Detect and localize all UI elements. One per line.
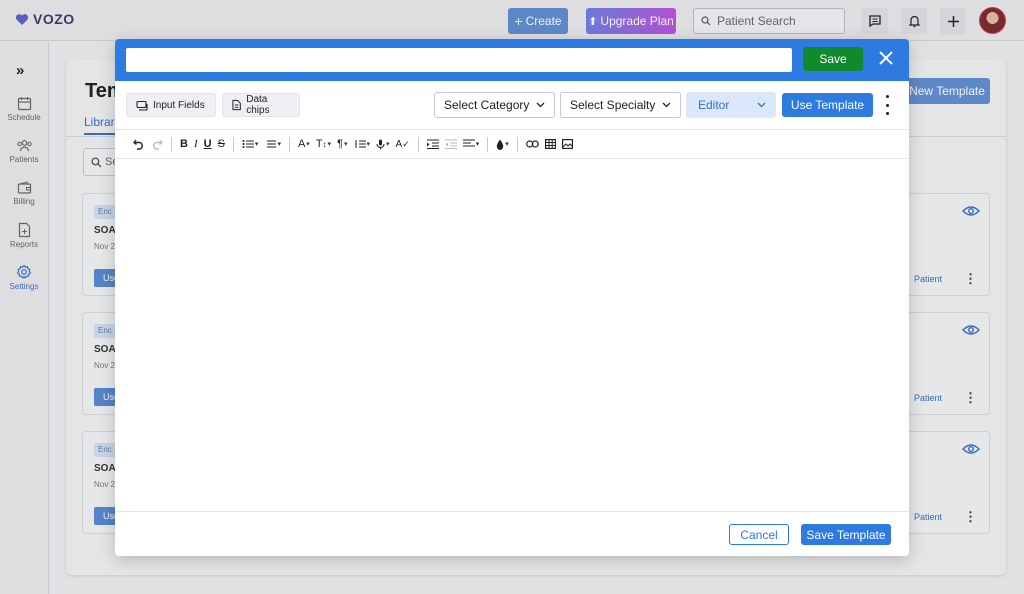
toolbar-separator: [516, 136, 518, 152]
input-fields-label: Input Fields: [153, 99, 205, 111]
indent-icon[interactable]: [426, 136, 439, 152]
save-template-button[interactable]: Save Template: [801, 524, 891, 545]
bold-icon[interactable]: B: [180, 136, 188, 152]
data-chips-label: Data chips: [246, 94, 270, 116]
bullet-list-icon[interactable]: ▾: [242, 136, 258, 152]
toolbar-separator: [171, 136, 172, 152]
undo-icon[interactable]: [133, 136, 145, 152]
category-select[interactable]: Select Category: [434, 92, 555, 118]
chevron-down-icon: [757, 102, 766, 108]
editor-content-area[interactable]: [115, 159, 909, 511]
toolbar-separator: [288, 136, 290, 152]
table-icon[interactable]: [544, 136, 556, 152]
spell-check-icon[interactable]: A ✓: [396, 136, 410, 152]
modal-footer: Cancel Save Template: [115, 511, 909, 556]
template-title-input[interactable]: [126, 48, 792, 72]
strikethrough-icon[interactable]: S: [218, 136, 225, 152]
line-height-icon[interactable]: ▾: [354, 136, 370, 152]
paragraph-icon[interactable]: ¶ ▾: [337, 136, 347, 152]
microphone-icon[interactable]: ▾: [376, 136, 390, 152]
options-row: Input Fields Data chips Select Category …: [115, 81, 909, 129]
underline-icon[interactable]: U: [204, 136, 212, 152]
template-editor-modal: Save Input Fields Data chips Select Cate…: [115, 39, 909, 556]
cancel-button[interactable]: Cancel: [729, 524, 789, 545]
data-chips-button[interactable]: Data chips: [222, 93, 300, 117]
input-fields-button[interactable]: Input Fields: [126, 93, 216, 117]
modal-header: Save: [115, 39, 909, 81]
highlight-color-icon[interactable]: ▾: [496, 136, 509, 152]
outdent-icon[interactable]: [444, 136, 457, 152]
toolbar-separator: [487, 136, 489, 152]
link-icon[interactable]: [525, 136, 539, 152]
toolbar-separator: [417, 136, 419, 152]
numbered-list-icon[interactable]: ▾: [264, 136, 281, 152]
document-icon: [232, 99, 241, 111]
input-field-icon: [136, 100, 148, 111]
chevron-down-icon: [536, 102, 545, 108]
close-icon[interactable]: [877, 49, 895, 67]
use-template-button[interactable]: Use Template: [782, 93, 873, 117]
redo-icon[interactable]: [151, 136, 163, 152]
mode-select[interactable]: Editor: [686, 92, 776, 118]
font-size-icon[interactable]: T ↕ ▾: [316, 136, 331, 152]
font-color-icon[interactable]: A ▾: [298, 136, 310, 152]
italic-icon[interactable]: I: [194, 136, 198, 152]
image-icon[interactable]: [561, 136, 573, 152]
chevron-down-icon: [662, 102, 671, 108]
mode-select-value: Editor: [698, 98, 730, 112]
toolbar-separator: [232, 136, 234, 152]
editor-toolbar: B I U S ▾ ▾ A ▾ T ↕ ▾ ¶ ▾ ▾ ▾ A ✓ ▾ ▾: [115, 129, 909, 159]
more-options-icon[interactable]: [884, 95, 890, 115]
category-select-value: Select Category: [444, 98, 530, 112]
align-icon[interactable]: ▾: [462, 136, 479, 152]
specialty-select[interactable]: Select Specialty: [560, 92, 681, 118]
save-button[interactable]: Save: [803, 47, 863, 71]
specialty-select-value: Select Specialty: [570, 98, 656, 112]
